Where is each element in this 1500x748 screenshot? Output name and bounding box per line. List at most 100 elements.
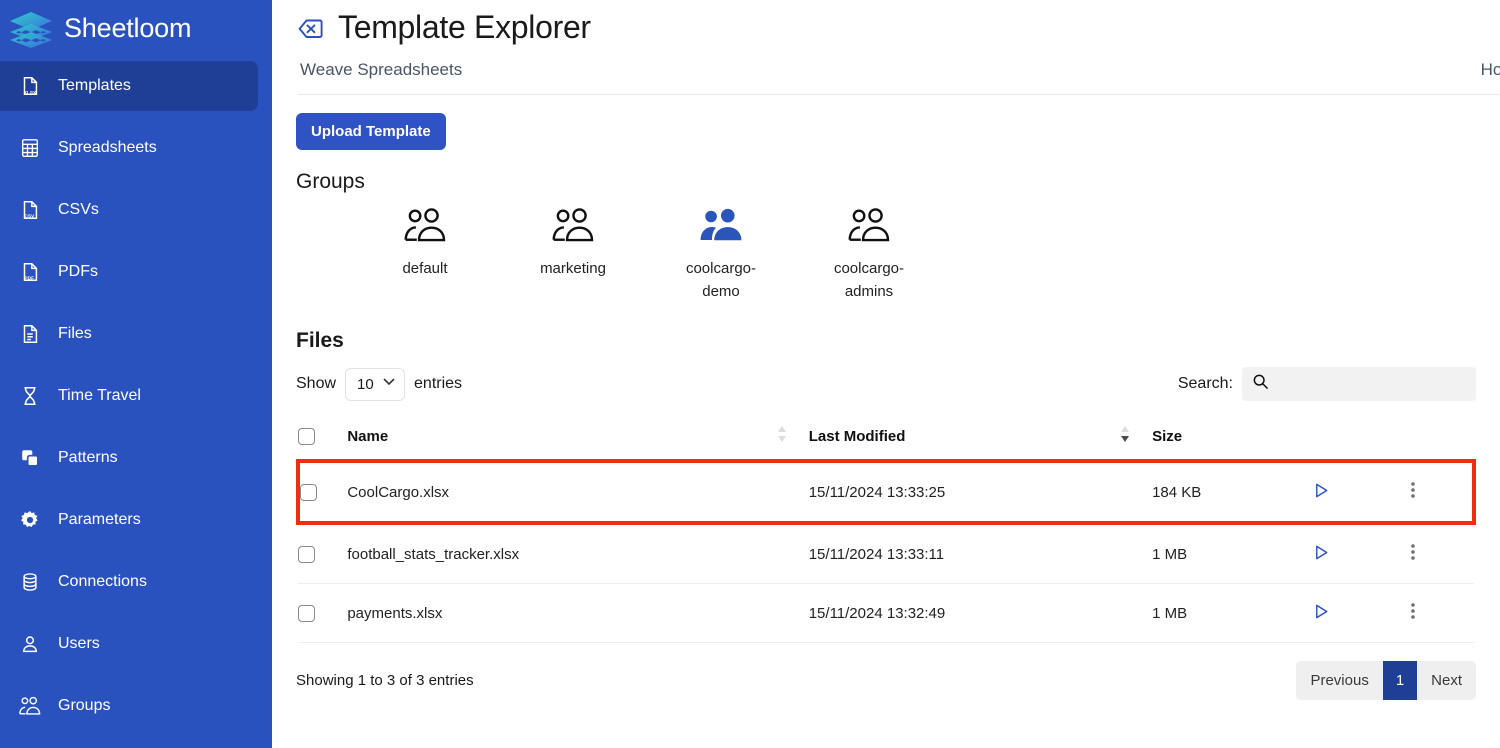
select-all-header [298, 415, 347, 461]
files-toolbar: Show 10 entries Search: [296, 367, 1476, 401]
sidebar-item-label: Users [58, 635, 100, 653]
page-title: Template Explorer [338, 8, 591, 46]
cell-name: payments.xlsx [347, 584, 776, 643]
search-box[interactable] [1242, 367, 1476, 401]
table-row[interactable]: CoolCargo.xlsx 15/11/2024 13:33:25 184 K… [298, 461, 1474, 523]
groups-section-title: Groups [296, 170, 1476, 194]
sidebar-item-label: Groups [58, 697, 110, 715]
group-label: coolcargo-admins [823, 258, 915, 303]
layers-stack-icon [8, 10, 54, 48]
user-icon [18, 632, 42, 656]
sidebar-item-time-travel[interactable]: Time Travel [0, 371, 258, 421]
column-header-menu [1410, 415, 1474, 461]
table-head: Name Last Modified [298, 415, 1474, 461]
row-checkbox[interactable] [298, 605, 315, 622]
hourglass-icon [18, 384, 42, 408]
entries-label: entries [414, 375, 462, 393]
cell-last-modified: 15/11/2024 13:33:11 [809, 523, 1120, 584]
cell-size: 184 KB [1152, 461, 1313, 523]
group-label: marketing [540, 258, 606, 281]
files-section-title: Files [296, 329, 1476, 353]
row-checkbox[interactable] [300, 484, 317, 501]
row-checkbox[interactable] [298, 546, 315, 563]
page-header: Template Explorer Weave Spreadsheets Hom… [272, 0, 1500, 95]
row-checkbox-cell [298, 461, 347, 523]
play-triangle-icon[interactable] [1313, 486, 1330, 503]
sidebar-item-pdfs[interactable]: PDF PDFs [0, 247, 258, 297]
breadcrumb-home[interactable]: Home [1481, 60, 1500, 80]
cell-modified-spacer [1120, 523, 1152, 584]
entries-select-wrap: 10 [345, 368, 405, 401]
document-icon [18, 322, 42, 346]
sidebar-item-connections[interactable]: Connections [0, 557, 258, 607]
show-entries-control: Show 10 entries [296, 368, 462, 401]
gear-icon [18, 508, 42, 532]
cell-modified-spacer [1120, 461, 1152, 523]
sidebar-item-label: Connections [58, 573, 147, 591]
vertical-dots-icon[interactable] [1410, 487, 1416, 504]
entries-select[interactable]: 10 [345, 368, 405, 401]
cell-name-spacer [777, 461, 809, 523]
squares-copy-icon [18, 446, 42, 470]
sort-toggle-name[interactable] [777, 415, 809, 461]
cell-name-spacer [777, 523, 809, 584]
cell-size: 1 MB [1152, 523, 1313, 584]
pagination-page-1[interactable]: 1 [1383, 661, 1417, 700]
group-card-default[interactable]: default [351, 208, 499, 281]
cell-run [1313, 584, 1410, 643]
people-group-icon [402, 208, 448, 242]
sidebar-nav: XLSX Templates Spreadsheets [0, 57, 272, 743]
tag-close-icon[interactable] [296, 14, 326, 44]
table-row[interactable]: payments.xlsx 15/11/2024 13:32:49 1 MB [298, 584, 1474, 643]
sidebar-item-files[interactable]: Files [0, 309, 258, 359]
cell-menu [1410, 461, 1474, 523]
group-label: coolcargo-demo [675, 258, 767, 303]
upload-template-button[interactable]: Upload Template [296, 113, 446, 150]
play-triangle-icon[interactable] [1313, 548, 1330, 565]
cell-menu [1410, 584, 1474, 643]
search-icon [1252, 373, 1269, 395]
search-input[interactable] [1276, 376, 1475, 393]
sidebar-item-csvs[interactable]: CSV CSVs [0, 185, 258, 235]
people-group-icon [550, 208, 596, 242]
sidebar-item-label: Time Travel [58, 387, 141, 405]
play-triangle-icon[interactable] [1313, 607, 1330, 624]
cell-name-spacer [777, 584, 809, 643]
pagination-next[interactable]: Next [1417, 661, 1476, 700]
column-header-name[interactable]: Name [347, 415, 776, 461]
sidebar-item-users[interactable]: Users [0, 619, 258, 669]
vertical-dots-icon[interactable] [1410, 608, 1416, 625]
table-footer: Showing 1 to 3 of 3 entries Previous 1 N… [296, 661, 1476, 700]
row-checkbox-cell [298, 523, 347, 584]
csv-file-icon: CSV [18, 198, 42, 222]
column-header-run [1313, 415, 1410, 461]
cell-modified-spacer [1120, 584, 1152, 643]
files-table: Name Last Modified [296, 415, 1476, 643]
subheader-row: Weave Spreadsheets Home [298, 46, 1500, 95]
group-card-marketing[interactable]: marketing [499, 208, 647, 281]
brand[interactable]: Sheetloom [0, 0, 272, 57]
sidebar-item-parameters[interactable]: Parameters [0, 495, 258, 545]
select-all-checkbox[interactable] [298, 428, 315, 445]
sidebar-item-patterns[interactable]: Patterns [0, 433, 258, 483]
sidebar-item-label: Parameters [58, 511, 141, 529]
search-label: Search: [1178, 375, 1233, 393]
group-card-coolcargo-admins[interactable]: coolcargo-admins [795, 208, 943, 303]
sidebar-item-label: CSVs [58, 201, 99, 219]
column-header-size[interactable]: Size [1152, 415, 1313, 461]
table-row[interactable]: football_stats_tracker.xlsx 15/11/2024 1… [298, 523, 1474, 584]
cell-run [1313, 461, 1410, 523]
grid-sheet-icon [18, 136, 42, 160]
row-checkbox-cell [298, 584, 347, 643]
sort-toggle-last-modified[interactable] [1120, 415, 1152, 461]
sidebar-item-spreadsheets[interactable]: Spreadsheets [0, 123, 258, 173]
svg-text:XLSX: XLSX [24, 90, 37, 96]
column-header-last-modified[interactable]: Last Modified [809, 415, 1120, 461]
vertical-dots-icon[interactable] [1410, 549, 1416, 566]
sidebar-item-groups[interactable]: Groups [0, 681, 258, 731]
group-card-coolcargo-demo[interactable]: coolcargo-demo [647, 208, 795, 303]
sidebar-item-templates[interactable]: XLSX Templates [0, 61, 258, 111]
pagination-previous[interactable]: Previous [1296, 661, 1382, 700]
pdf-file-icon: PDF [18, 260, 42, 284]
cell-size: 1 MB [1152, 584, 1313, 643]
